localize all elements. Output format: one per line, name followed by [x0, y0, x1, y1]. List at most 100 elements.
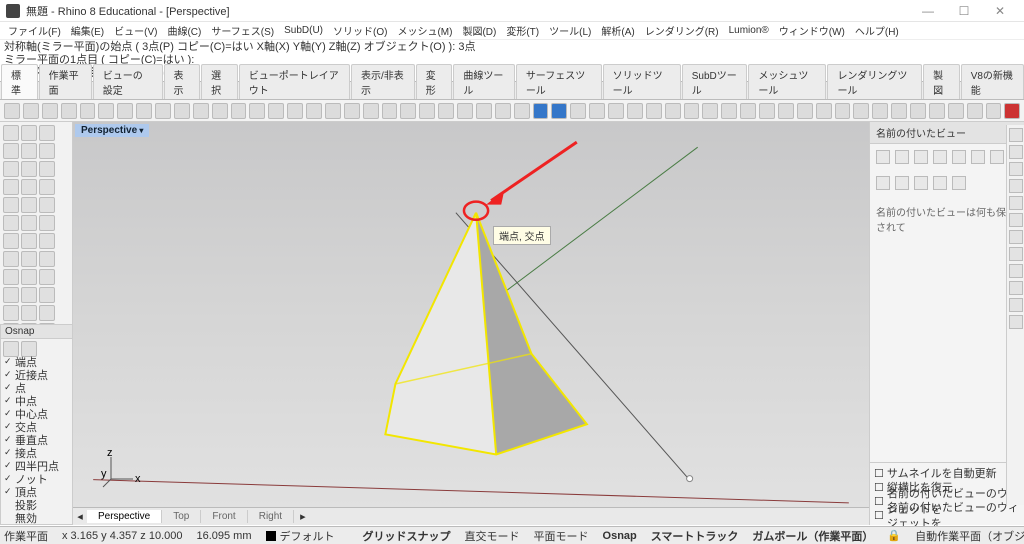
side-tab-icon[interactable]: [1009, 247, 1023, 261]
tool-button-icon[interactable]: [39, 233, 55, 249]
status-gridsnap[interactable]: グリッドスナップ: [363, 531, 451, 543]
toolbar-button-icon[interactable]: [853, 103, 869, 119]
tool-button-icon[interactable]: [3, 179, 19, 195]
toolbar-button-icon[interactable]: [702, 103, 718, 119]
tool-button-icon[interactable]: [3, 143, 19, 159]
toolbar-button-icon[interactable]: [61, 103, 77, 119]
workspace-tab[interactable]: 標準: [1, 64, 38, 99]
toolbar-button-icon[interactable]: [268, 103, 284, 119]
status-autocplane[interactable]: 自動作業平面（オブジェクト）: [915, 528, 1024, 544]
toolbar-button-icon[interactable]: [665, 103, 681, 119]
tool-button-icon[interactable]: [3, 233, 19, 249]
tool-button-icon[interactable]: [21, 233, 37, 249]
viewport[interactable]: Perspective 端点, 交点 z x: [73, 122, 869, 525]
tool-button-icon[interactable]: [21, 269, 37, 285]
toolbar-button-icon[interactable]: [514, 103, 530, 119]
menu-item[interactable]: サーフェス(S): [207, 23, 278, 38]
menu-item[interactable]: SubD(U): [280, 25, 327, 36]
toolbar-button-icon[interactable]: [287, 103, 303, 119]
panel-option-checkbox[interactable]: ☐サムネイルを自動更新: [874, 466, 1020, 480]
workspace-tab[interactable]: レンダリングツール: [827, 64, 922, 99]
workspace-tab[interactable]: 曲線ツール: [453, 64, 514, 99]
tool-button-icon[interactable]: [39, 179, 55, 195]
toolbar-button-icon[interactable]: [4, 103, 20, 119]
toolbar-button-icon[interactable]: [457, 103, 473, 119]
menu-item[interactable]: 曲線(C): [163, 23, 205, 38]
toolbar-button-icon[interactable]: [835, 103, 851, 119]
osnap-checkbox[interactable]: ✓近接点: [1, 368, 72, 381]
tool-button-icon[interactable]: [21, 305, 37, 321]
toolbar-button-icon[interactable]: [570, 103, 586, 119]
toolbar-button-icon[interactable]: [231, 103, 247, 119]
toolbar-button-icon[interactable]: [306, 103, 322, 119]
status-layer[interactable]: デフォルト: [280, 528, 335, 544]
toolbar-button-icon[interactable]: [589, 103, 605, 119]
side-tab-icon[interactable]: [1009, 315, 1023, 329]
menu-item[interactable]: 解析(A): [597, 23, 638, 38]
status-plane[interactable]: 作業平面: [4, 528, 48, 544]
workspace-tab[interactable]: 作業平面: [39, 64, 92, 99]
viewport-tab[interactable]: Right: [248, 510, 294, 523]
menu-item[interactable]: レンダリング(R): [641, 23, 723, 38]
toolbar-button-icon[interactable]: [948, 103, 964, 119]
menu-item[interactable]: ウィンドウ(W): [775, 23, 849, 38]
toolbar-button-icon[interactable]: [759, 103, 775, 119]
eye-icon[interactable]: [876, 176, 890, 190]
tool-button-icon[interactable]: [21, 179, 37, 195]
toolbar-button-icon[interactable]: [98, 103, 114, 119]
up-icon[interactable]: [971, 150, 985, 164]
help-icon[interactable]: [952, 176, 966, 190]
tool-button-icon[interactable]: [39, 251, 55, 267]
viewport-tab[interactable]: Perspective: [87, 510, 162, 523]
side-tab-icon[interactable]: [1009, 230, 1023, 244]
side-tab-icon[interactable]: [1009, 264, 1023, 278]
menu-item[interactable]: メッシュ(M): [393, 23, 456, 38]
toolbar-button-icon[interactable]: [891, 103, 907, 119]
list-icon[interactable]: [933, 176, 947, 190]
toolbar-button-icon[interactable]: [1004, 103, 1020, 119]
toolbar-button-icon[interactable]: [740, 103, 756, 119]
tool-button-icon[interactable]: [21, 215, 37, 231]
tool-button-icon[interactable]: [3, 215, 19, 231]
down-icon[interactable]: [990, 150, 1004, 164]
status-ortho[interactable]: 直交モード: [465, 528, 520, 544]
toolbar-button-icon[interactable]: [495, 103, 511, 119]
toolbar-button-icon[interactable]: [23, 103, 39, 119]
tool-button-icon[interactable]: [39, 269, 55, 285]
side-tab-icon[interactable]: [1009, 179, 1023, 193]
menu-item[interactable]: ヘルプ(H): [851, 23, 903, 38]
toolbar-button-icon[interactable]: [155, 103, 171, 119]
status-gumball[interactable]: ガムボール（作業平面）: [752, 531, 873, 543]
side-tab-icon[interactable]: [1009, 213, 1023, 227]
tool-button-icon[interactable]: [3, 197, 19, 213]
tool-button-icon[interactable]: [39, 215, 55, 231]
toolbar-button-icon[interactable]: [419, 103, 435, 119]
workspace-tab[interactable]: 表示/非表示: [351, 64, 415, 99]
tool-button-icon[interactable]: [3, 251, 19, 267]
toolbar-button-icon[interactable]: [646, 103, 662, 119]
maximize-button[interactable]: ☐: [946, 4, 982, 18]
toolbar-button-icon[interactable]: [910, 103, 926, 119]
toolbar-button-icon[interactable]: [797, 103, 813, 119]
toolbar-button-icon[interactable]: [344, 103, 360, 119]
toolbar-button-icon[interactable]: [117, 103, 133, 119]
menu-item[interactable]: Lumion®: [725, 25, 773, 36]
tool-button-icon[interactable]: [39, 125, 55, 141]
menu-item[interactable]: 編集(E): [67, 23, 108, 38]
menu-item[interactable]: ソリッド(O): [329, 23, 391, 38]
status-smarttrack[interactable]: スマートトラック: [651, 531, 739, 543]
workspace-tab[interactable]: ビューの設定: [93, 64, 163, 99]
copy-icon[interactable]: [914, 150, 928, 164]
workspace-tab[interactable]: 選択: [201, 64, 238, 99]
toolbar-button-icon[interactable]: [400, 103, 416, 119]
grid-icon[interactable]: [914, 176, 928, 190]
workspace-tab[interactable]: メッシュツール: [748, 64, 826, 99]
tool-button-icon[interactable]: [39, 143, 55, 159]
toolbar-button-icon[interactable]: [136, 103, 152, 119]
workspace-tab[interactable]: 変形: [416, 64, 453, 99]
workspace-tab[interactable]: 表示: [164, 64, 201, 99]
toolbar-button-icon[interactable]: [382, 103, 398, 119]
side-tab-icon[interactable]: [1009, 145, 1023, 159]
toolbar-button-icon[interactable]: [212, 103, 228, 119]
side-tab-icon[interactable]: [1009, 281, 1023, 295]
